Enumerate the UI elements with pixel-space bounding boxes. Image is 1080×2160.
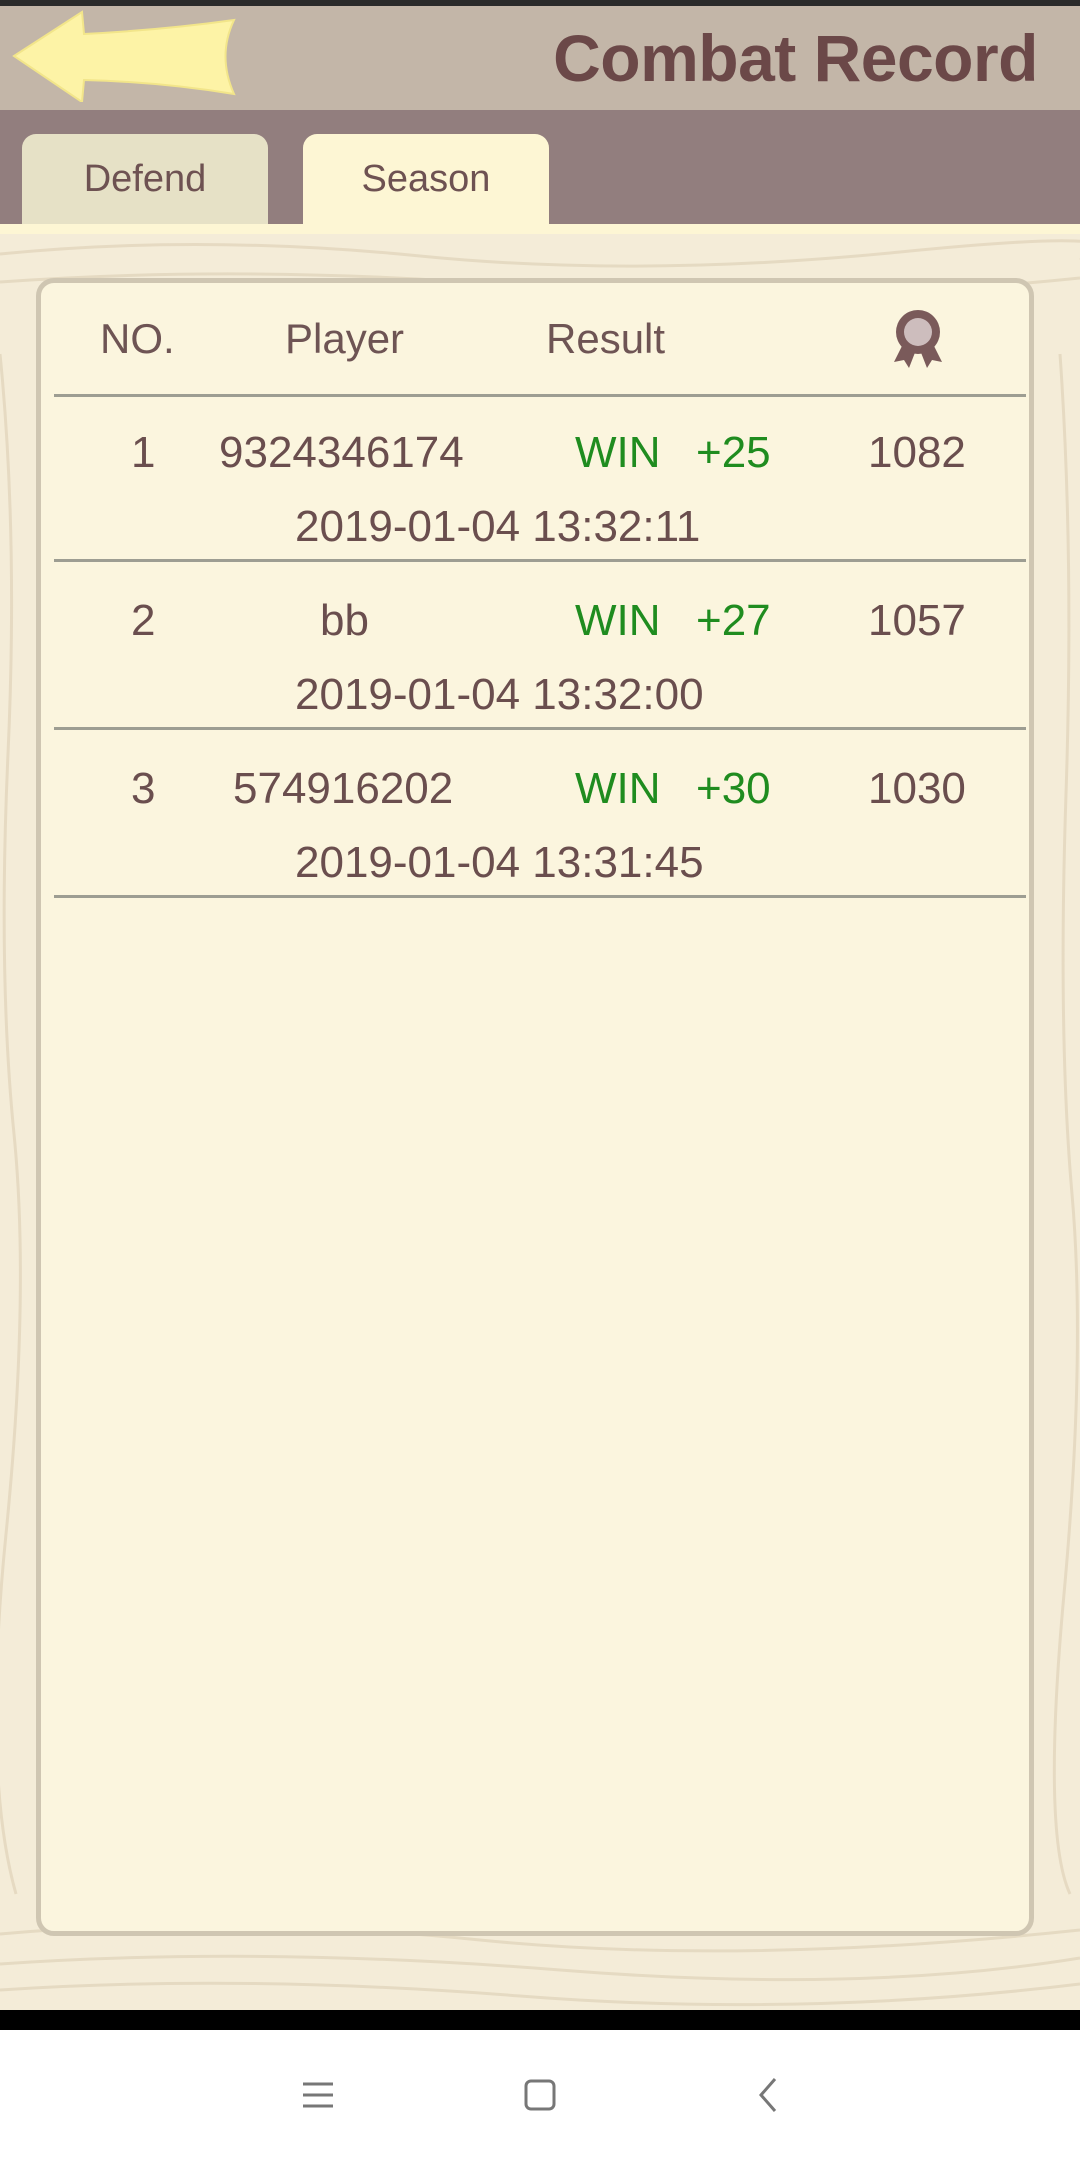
tab-defend[interactable]: Defend: [22, 134, 268, 224]
tab-season[interactable]: Season: [303, 134, 549, 224]
record-time: 2019-01-04 13:32:11: [295, 502, 701, 551]
row-number: 1: [131, 428, 156, 477]
column-header-no: NO.: [100, 315, 175, 362]
header-divider: [54, 394, 1026, 397]
row-number: 2: [131, 596, 156, 645]
player-name: 574916202: [233, 764, 454, 813]
column-header-player: Player: [285, 315, 405, 362]
medal-icon: [890, 308, 946, 368]
back-icon[interactable]: [733, 2060, 803, 2130]
record-time: 2019-01-04 13:31:45: [295, 838, 704, 887]
menu-icon[interactable]: [283, 2060, 353, 2130]
score-total: 1030: [868, 764, 966, 813]
record-time: 2019-01-04 13:32:00: [295, 670, 704, 719]
score-total: 1057: [868, 596, 966, 645]
row-divider: [54, 559, 1026, 562]
score-delta: +30: [696, 764, 771, 813]
tab-underline: [0, 224, 1080, 234]
row-divider: [54, 895, 1026, 898]
score-total: 1082: [868, 428, 966, 477]
arrow-left-icon: [12, 10, 236, 104]
score-delta: +25: [696, 428, 771, 477]
page-title: Combat Record: [553, 21, 1038, 95]
result-label: WIN: [575, 428, 661, 477]
row-number: 3: [131, 764, 156, 813]
back-button[interactable]: [12, 10, 237, 104]
result-label: WIN: [575, 596, 661, 645]
score-delta: +27: [696, 596, 771, 645]
row-divider: [54, 727, 1026, 730]
home-icon[interactable]: [505, 2060, 575, 2130]
column-header-result: Result: [546, 315, 666, 362]
player-name: bb: [320, 596, 369, 645]
player-name: 9324346174: [219, 428, 464, 477]
result-label: WIN: [575, 764, 661, 813]
